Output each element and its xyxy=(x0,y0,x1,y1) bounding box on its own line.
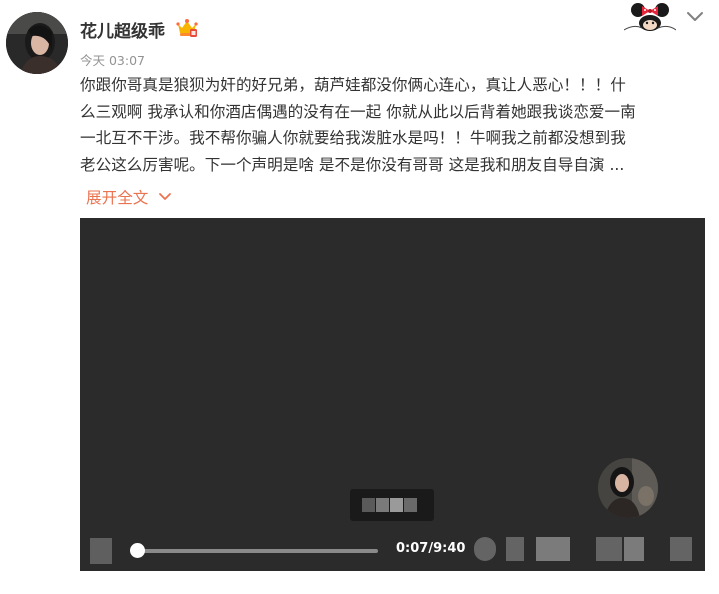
post-text-line: 么三观啊 我承认和你酒店偶遇的没有在一起 你就从此以后背着她跟我谈恋爱一南 xyxy=(80,102,636,121)
post-text-line: 你跟你哥真是狼狈为奸的好兄弟，葫芦娃都没你俩心连心，真让人恶心！！！什 xyxy=(80,76,626,94)
post-text: 你跟你哥真是狼狈为奸的好兄弟，葫芦娃都没你俩心连心，真让人恶心！！！什 么三观啊… xyxy=(80,72,708,178)
progress-track[interactable] xyxy=(134,549,378,553)
video-time: 0:07/9:40 xyxy=(396,541,466,556)
speed-button[interactable] xyxy=(536,537,570,561)
post-text-line: 一北互不干涉。我不帮你骗人你就要给我泼脏水是吗！！牛啊我之前都没想到我 xyxy=(80,129,626,147)
post-text-line: 老公这么厉害呢。下一个声明是啥 是不是你没有哥哥 这是我和朋友自导自演 ... xyxy=(80,155,625,174)
weibo-post: 花儿超级乖 今天 03:07 你跟你哥真是狼狈为奸的好兄弟，葫芦娃都没你俩心连心… xyxy=(0,0,719,594)
expand-label: 展开全文 xyxy=(86,189,149,207)
video-thumbnail xyxy=(598,458,658,518)
post-timestamp[interactable]: 今天 03:07 xyxy=(80,50,145,69)
quality-button[interactable] xyxy=(506,537,524,561)
video-player[interactable]: 0:07/9:40 xyxy=(80,218,705,571)
mini-window-button[interactable] xyxy=(596,537,622,561)
fullscreen-button[interactable] xyxy=(670,537,692,561)
username[interactable]: 花儿超级乖 xyxy=(80,17,165,42)
minnie-mouse-icon xyxy=(624,3,676,31)
volume-button[interactable] xyxy=(474,537,496,561)
mosaic-overlay xyxy=(350,489,434,521)
chevron-down-icon[interactable] xyxy=(686,10,704,24)
video-control-bar: 0:07/9:40 xyxy=(80,523,705,571)
expand-full-text-link[interactable]: 展开全文 xyxy=(86,186,172,208)
chevron-down-icon xyxy=(159,193,172,200)
crown-badge-icon[interactable] xyxy=(176,18,198,38)
avatar[interactable] xyxy=(6,12,68,74)
progress-handle[interactable] xyxy=(129,543,145,558)
fullscreen-extra-button[interactable] xyxy=(624,537,644,561)
play-button[interactable] xyxy=(90,538,112,564)
